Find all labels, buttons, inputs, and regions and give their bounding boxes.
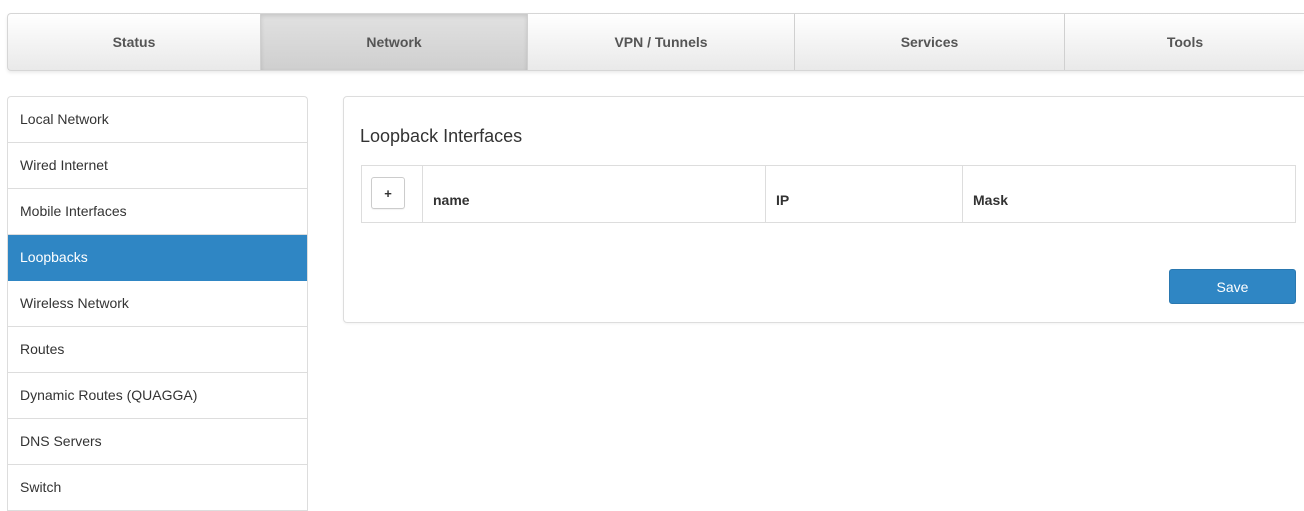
sidebar-menu: Local Network Wired Internet Mobile Inte… (7, 96, 308, 511)
add-cell: + (362, 166, 423, 222)
sidebar-item-wired-internet[interactable]: Wired Internet (8, 143, 307, 189)
loopback-panel: Loopback Interfaces + name IP Mask Save (343, 96, 1304, 323)
tab-vpn-tunnels[interactable]: VPN / Tunnels (528, 14, 795, 70)
tab-tools[interactable]: Tools (1065, 14, 1304, 70)
sidebar-item-routes[interactable]: Routes (8, 327, 307, 373)
column-header-name: name (423, 166, 766, 222)
sidebar-item-loopbacks[interactable]: Loopbacks (8, 235, 307, 281)
sidebar-item-dynamic-routes[interactable]: Dynamic Routes (QUAGGA) (8, 373, 307, 419)
loopback-table-header: + name IP Mask (361, 165, 1296, 223)
tab-services[interactable]: Services (795, 14, 1065, 70)
sidebar-item-dns-servers[interactable]: DNS Servers (8, 419, 307, 465)
tab-network[interactable]: Network (261, 14, 528, 70)
column-header-ip: IP (766, 166, 963, 222)
top-navigation: Status Network VPN / Tunnels Services To… (7, 13, 1304, 71)
tab-status[interactable]: Status (8, 14, 261, 70)
add-loopback-button[interactable]: + (371, 177, 405, 209)
sidebar-item-switch[interactable]: Switch (8, 465, 307, 511)
page-title: Loopback Interfaces (360, 126, 523, 146)
sidebar-item-local-network[interactable]: Local Network (8, 97, 307, 143)
save-button[interactable]: Save (1169, 269, 1296, 304)
sidebar-item-wireless-network[interactable]: Wireless Network (8, 281, 307, 327)
sidebar-item-mobile-interfaces[interactable]: Mobile Interfaces (8, 189, 307, 235)
column-header-mask: Mask (973, 192, 1009, 208)
